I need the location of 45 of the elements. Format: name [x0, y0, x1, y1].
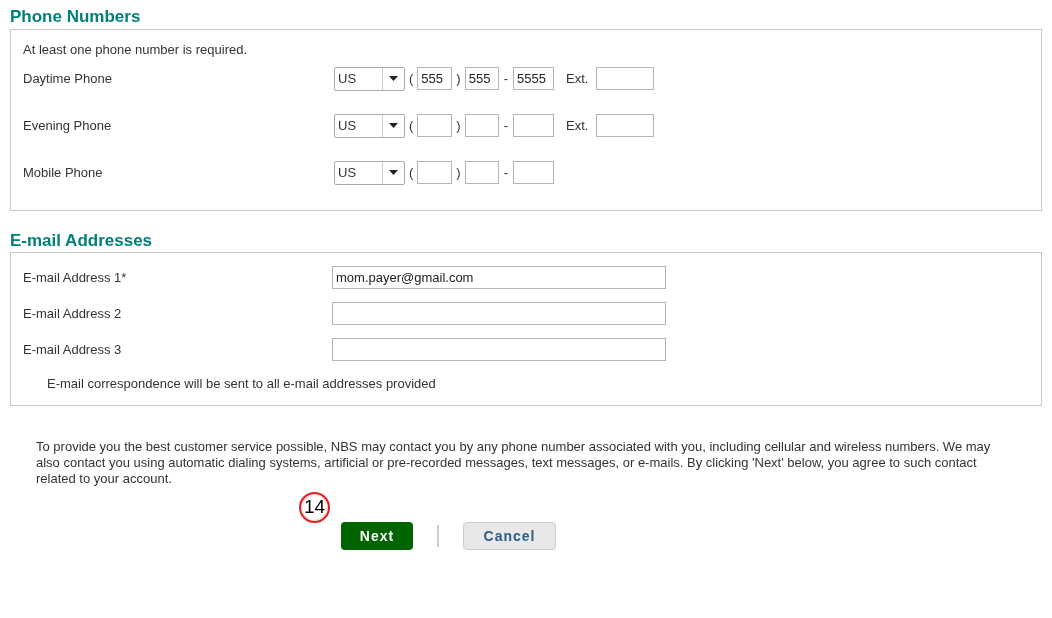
field-label: Mobile Phone	[23, 163, 104, 182]
section-title: Phone Numbers	[10, 7, 142, 27]
section-title: E-mail Addresses	[10, 231, 154, 251]
prefix-field[interactable]: 555	[464, 67, 499, 90]
paren: )	[456, 116, 461, 135]
step-badge: 14	[299, 492, 330, 523]
line-number-field[interactable]	[513, 114, 555, 137]
dash: -	[503, 163, 509, 182]
paren: (	[409, 163, 414, 182]
dash: -	[503, 116, 509, 135]
paren: )	[456, 163, 461, 182]
caret-icon	[389, 170, 398, 175]
area-code-field[interactable]	[417, 161, 453, 184]
dash: -	[503, 69, 509, 88]
email-field[interactable]	[332, 338, 666, 361]
line-number-field[interactable]: 5555	[513, 67, 555, 90]
prefix-field[interactable]	[464, 161, 499, 184]
ext-label: Ext.	[566, 69, 589, 88]
email-field[interactable]: mom.payer@gmail.com	[332, 266, 666, 289]
field-label: E-mail Address 1*	[23, 268, 128, 287]
email-note: E-mail correspondence will be sent to all e-mail addresses provided	[47, 375, 437, 393]
field-label: Daytime Phone	[23, 69, 113, 88]
country-select[interactable]: US	[334, 160, 405, 185]
field-label: E-mail Address 2	[23, 304, 123, 323]
area-code-field[interactable]: 555	[417, 67, 453, 90]
paren: (	[409, 69, 414, 88]
line-number-field[interactable]	[513, 161, 555, 184]
caret-icon	[389, 123, 398, 128]
next-button[interactable]: Next	[341, 522, 413, 550]
extension-field[interactable]	[596, 114, 655, 137]
country-select[interactable]: US	[334, 113, 405, 138]
area-code-field[interactable]	[417, 114, 453, 137]
prefix-field[interactable]	[464, 114, 499, 137]
extension-field[interactable]	[596, 67, 655, 90]
ext-label: Ext.	[566, 116, 589, 135]
field-label: Evening Phone	[23, 116, 113, 135]
email-field[interactable]	[332, 302, 666, 325]
required-note: At least one phone number is required.	[23, 42, 249, 58]
caret-icon	[389, 76, 398, 81]
cancel-button[interactable]: Cancel	[463, 522, 556, 550]
paren: )	[456, 69, 461, 88]
country-select[interactable]: US	[334, 66, 405, 91]
paren: (	[409, 116, 414, 135]
field-label: E-mail Address 3	[23, 340, 123, 359]
consent-paragraph: To provide you the best customer service possible, NBS may contact you by any phone number associated with you, including cellular and wireless numbers. We may also contact you using automatic dialing systems, artificial or pre-recorded messages, text messages, or e-mails. By clicking 'Next' below, you agree to such contact related to your account.	[36, 439, 992, 487]
